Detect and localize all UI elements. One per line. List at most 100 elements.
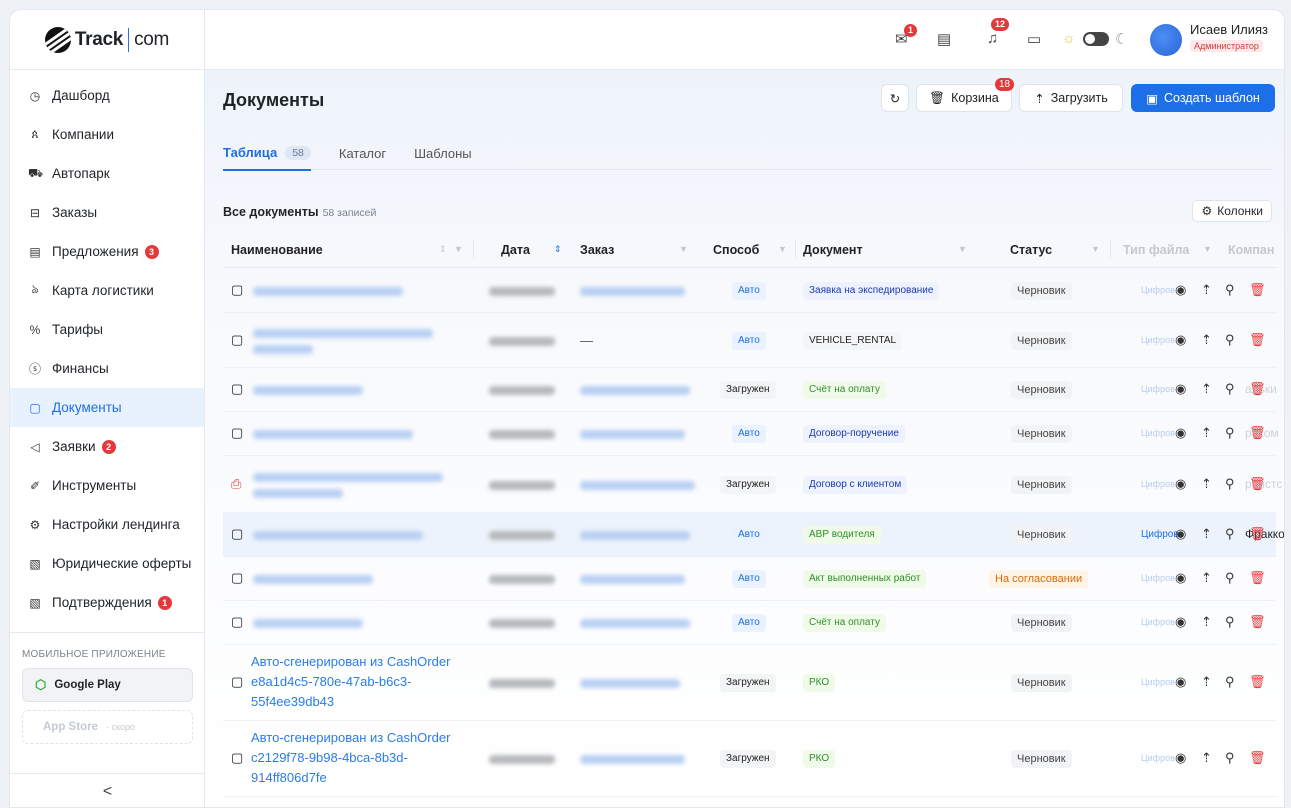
user-name[interactable]: Исаев Илияз: [1190, 22, 1268, 37]
order-link[interactable]: [580, 480, 695, 490]
trash-icon[interactable]: 🗑: [1249, 750, 1266, 766]
refresh-button[interactable]: ↻: [881, 84, 909, 112]
table-row[interactable]: ▢ Загружен Счёт на оплату Черновик Цифров аль…: [223, 368, 1277, 412]
document-name-link[interactable]: [253, 286, 403, 296]
col-company-header[interactable]: Компан: [1228, 243, 1274, 257]
col-order-header[interactable]: Заказ: [580, 243, 614, 257]
eye-icon[interactable]: ◉: [1175, 381, 1186, 397]
filter-icon[interactable]: ▼: [454, 244, 463, 254]
upload-icon[interactable]: ⇡: [1201, 674, 1212, 690]
columns-button[interactable]: ⚙ Колонки: [1192, 200, 1272, 222]
eye-icon[interactable]: ◉: [1175, 526, 1186, 542]
upload-icon[interactable]: ⇡: [1201, 332, 1212, 348]
sidebar-item-6[interactable]: % Тарифы: [10, 310, 204, 349]
upload-icon[interactable]: ⇡: [1201, 750, 1212, 766]
document-name-link[interactable]: [253, 619, 363, 628]
sidebar-item-8[interactable]: ▢ Документы: [10, 388, 204, 427]
trash-icon[interactable]: 🗑: [1249, 614, 1266, 630]
sidebar-item-3[interactable]: ⊟ Заказы: [10, 193, 204, 232]
avatar[interactable]: [1150, 24, 1182, 56]
search-icon[interactable]: ⚲: [1225, 674, 1235, 690]
order-link[interactable]: [580, 619, 690, 628]
document-name-link[interactable]: [253, 328, 433, 338]
table-row[interactable]: ▢ Авто-сгенерирован из CashOrder e8a1d4c5…: [223, 645, 1276, 721]
trash-icon[interactable]: 🗑: [1249, 381, 1266, 397]
order-link[interactable]: [580, 286, 685, 296]
sort-active-icon[interactable]: ⇕: [554, 244, 562, 255]
order-link[interactable]: [580, 386, 690, 395]
table-row[interactable]: ▢ Авто Счёт на оплату Черновик Цифров ◉ ⇡ ⚲ 🗑: [223, 601, 1276, 645]
upload-button[interactable]: ⇡ Загрузить: [1019, 84, 1123, 112]
filter-icon[interactable]: ▼: [1203, 244, 1212, 254]
document-name-link[interactable]: Авто-сгенерирован из CashOrder c2129f78-…: [251, 728, 451, 788]
order-link[interactable]: [580, 575, 685, 584]
trash-icon[interactable]: 🗑: [1249, 332, 1266, 348]
search-icon[interactable]: ⚲: [1225, 526, 1235, 542]
table-row[interactable]: ▢ Авто Договор-поручение Черновик Цифров рако…: [223, 412, 1279, 456]
trash-icon[interactable]: 🗑: [1249, 526, 1266, 542]
order-link[interactable]: [580, 531, 690, 540]
search-icon[interactable]: ⚲: [1225, 750, 1235, 766]
document-name-link[interactable]: [253, 386, 363, 395]
col-method-header[interactable]: Способ: [713, 243, 759, 257]
eye-icon[interactable]: ◉: [1175, 332, 1186, 348]
table-row[interactable]: ▢АвтоАВР водителяПодтверждёнЦифров◉⇡⚲🗑: [223, 797, 1276, 807]
document-name-link[interactable]: [253, 575, 373, 584]
col-date-header[interactable]: Дата: [501, 243, 530, 257]
order-link[interactable]: [580, 679, 680, 688]
search-icon[interactable]: ⚲: [1225, 332, 1235, 348]
table-row[interactable]: ▢АвтоАВР водителяЧерновикЦифровФракком◉⇡…: [223, 513, 1284, 557]
eye-icon[interactable]: ◉: [1175, 674, 1186, 690]
upload-icon[interactable]: ⇡: [1201, 476, 1212, 492]
col-filetype-header[interactable]: Тип файла: [1123, 243, 1189, 257]
sidebar-item-11[interactable]: ⚙ Настройки лендинга: [10, 505, 204, 544]
report-icon[interactable]: ▤: [937, 30, 951, 48]
eye-icon[interactable]: ◉: [1175, 282, 1186, 298]
table-row[interactable]: ▢ Авто-сгенерирован из CashOrder c2129f78…: [223, 721, 1276, 797]
col-document-header[interactable]: Документ: [803, 243, 863, 257]
table-row[interactable]: ▢ — Авто VEHICLE_RENTAL Черновик Цифров ◉ ⇡ ⚲ 🗑: [223, 313, 1276, 368]
upload-icon[interactable]: ⇡: [1201, 381, 1212, 397]
document-name-link[interactable]: [253, 472, 443, 482]
upload-icon[interactable]: ⇡: [1201, 570, 1212, 586]
tab-table[interactable]: Таблица 58: [223, 136, 311, 171]
trash-icon[interactable]: 🗑: [1249, 282, 1266, 298]
document-name-link[interactable]: [253, 344, 313, 354]
document-name-link[interactable]: [253, 488, 343, 498]
bell-icon[interactable]: ♫: [987, 30, 998, 47]
eye-icon[interactable]: ◉: [1175, 750, 1186, 766]
eye-icon[interactable]: ◉: [1175, 570, 1186, 586]
upload-icon[interactable]: ⇡: [1201, 282, 1212, 298]
filter-icon[interactable]: ▼: [778, 244, 787, 254]
search-icon[interactable]: ⚲: [1225, 282, 1235, 298]
search-icon[interactable]: ⚲: [1225, 425, 1235, 441]
logo[interactable]: Track com: [44, 26, 169, 53]
order-link[interactable]: [580, 430, 685, 439]
trash-icon[interactable]: 🗑: [1249, 570, 1266, 586]
trash-icon[interactable]: 🗑: [1249, 425, 1266, 441]
chat-icon[interactable]: ▭: [1027, 30, 1041, 48]
table-row[interactable]: ▢ Авто Акт выполненных работ На согласовани…: [223, 557, 1276, 601]
google-play-button[interactable]: ⬡ Google Play: [22, 668, 193, 702]
trash-icon[interactable]: 🗑: [1249, 476, 1266, 492]
sidebar-item-7[interactable]: ⓢ Финансы: [10, 349, 204, 388]
upload-icon[interactable]: ⇡: [1201, 526, 1212, 542]
sidebar-item-2[interactable]: ⛟ Автопарк: [10, 154, 204, 193]
filter-icon[interactable]: ▼: [679, 244, 688, 254]
eye-icon[interactable]: ◉: [1175, 476, 1186, 492]
upload-icon[interactable]: ⇡: [1201, 425, 1212, 441]
theme-toggle[interactable]: [1083, 32, 1109, 46]
sidebar-item-9[interactable]: ◁ Заявки 2: [10, 427, 204, 466]
eye-icon[interactable]: ◉: [1175, 614, 1186, 630]
search-icon[interactable]: ⚲: [1225, 570, 1235, 586]
search-icon[interactable]: ⚲: [1225, 476, 1235, 492]
sidebar-item-1[interactable]: ጰ Компании: [10, 115, 204, 154]
tab-catalog[interactable]: Каталог: [339, 136, 386, 170]
sidebar-item-12[interactable]: ▧ Юридические оферты: [10, 544, 204, 583]
order-link[interactable]: [580, 755, 685, 764]
col-name-header[interactable]: Наименование: [231, 243, 323, 257]
sidebar-item-13[interactable]: ▧ Подтверждения 1: [10, 583, 204, 622]
sidebar-item-4[interactable]: ▤ Предложения 3: [10, 232, 204, 271]
document-name-link[interactable]: Авто-сгенерирован из CashOrder e8a1d4c5-…: [251, 652, 451, 712]
table-row[interactable]: ▢ Авто Заявка на экспедирование Черновик Циф…: [223, 268, 1276, 313]
